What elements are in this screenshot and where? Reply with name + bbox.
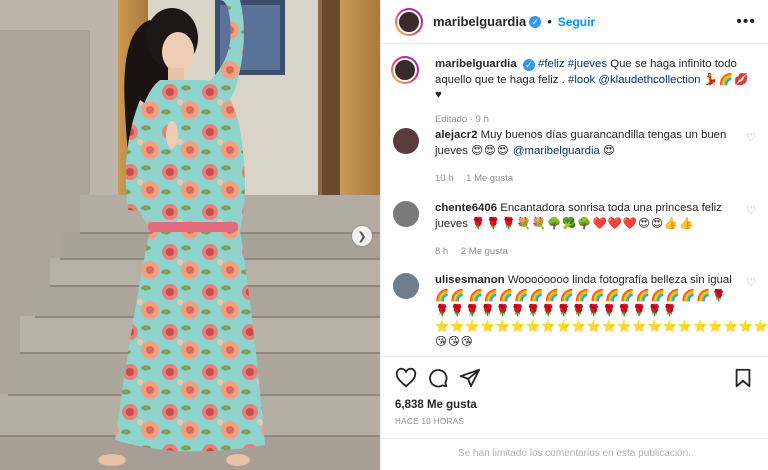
instagram-post-view: ❯ maribelguardia ✓ • Seguir ••• maribelg… (0, 0, 768, 470)
next-photo-button[interactable]: ❯ (352, 226, 372, 246)
comment-username[interactable]: alejacr2 (435, 129, 477, 141)
post-photo[interactable]: ❯ (0, 0, 380, 470)
caption-mention[interactable]: @klaudethcollection (598, 74, 700, 86)
bookmark-icon[interactable] (732, 367, 754, 389)
commenter-avatar[interactable] (393, 201, 419, 227)
comment-meta: 10 h 1 Me gusta (435, 171, 736, 187)
post-header: maribelguardia ✓ • Seguir ••• (381, 0, 768, 44)
verified-badge-icon: ✓ (522, 59, 535, 71)
comment-likes[interactable]: 2 Me gusta (461, 246, 508, 257)
author-avatar[interactable] (395, 7, 423, 36)
comment-username[interactable]: chente6406 (435, 202, 497, 214)
comment-emojis: 🌈🌈 (435, 289, 466, 302)
comment-username[interactable]: ulisesmanon (435, 274, 505, 286)
caption-edited: Editado · 9 h (435, 113, 489, 125)
comment-time: 10 h (435, 173, 454, 184)
author-username[interactable]: maribelguardia (433, 14, 526, 29)
caption-hashtags[interactable]: #feliz #jueves (538, 58, 607, 70)
post-actions: 6,838 Me gusta HACE 10 HORAS (381, 356, 768, 426)
follow-button[interactable]: Seguir (558, 15, 595, 29)
comment-emojis-end: 😍 (603, 144, 616, 157)
likes-count[interactable]: 6,838 Me gusta (395, 399, 754, 411)
commenter-avatar[interactable] (393, 273, 419, 299)
author-avatar[interactable] (391, 56, 419, 84)
heart-outline-icon[interactable] (395, 367, 417, 389)
comment-mention[interactable]: @maribelguardia (513, 145, 600, 157)
comment-icon[interactable] (427, 367, 449, 389)
commenter-avatar[interactable] (393, 128, 419, 154)
comments-limited-notice: Se han limitado los comentarios en esta … (381, 438, 768, 470)
woman-in-floral-dress-photo (0, 0, 380, 470)
verified-badge-icon: ✓ (529, 15, 542, 28)
comment-meta: 8 h 2 Me gusta (435, 244, 736, 260)
paper-plane-icon[interactable] (459, 367, 481, 389)
comment-time: 8 h (435, 246, 449, 257)
comment-text: Woooooooo linda fotografía belleza sin i… (507, 274, 732, 286)
comment-emojis: 🌹🌹🌹💐💐🌳🥦🌳❤️❤️❤️😍😍👍👍 (471, 217, 695, 230)
comments-list: maribelguardia ✓ #feliz #jueves Que se h… (381, 45, 768, 356)
comment-emojis-stars-hearts: ⭐⭐⭐⭐⭐⭐⭐⭐⭐⭐⭐⭐⭐⭐⭐⭐⭐⭐⭐⭐⭐⭐⭐♥♥♥♥♥♥♥♥♥♥♥♥♥♥♥♥♥… (435, 320, 768, 349)
comment-like-heart-icon[interactable]: ♡ (746, 131, 756, 144)
comment-emojis: 😍😍😍 (471, 144, 510, 157)
caption-username[interactable]: maribelguardia (435, 58, 517, 70)
caption-hashtag-look[interactable]: #look (568, 74, 595, 86)
more-horizontal-icon[interactable]: ••• (736, 13, 756, 31)
comment-likes[interactable]: 1 Me gusta (466, 173, 513, 184)
post-side-panel: maribelguardia ✓ • Seguir ••• maribelgua… (380, 0, 768, 470)
comment-emojis-rainbows-roses: 🌈🌈🌈🌈🌈🌈🌈🌈🌈🌈🌈🌈🌈🌈🌈🌈🌹🌹🌹🌹🌹🌹🌹🌹🌹🌹🌹🌹🌹🌹🌹🌹🌹 (435, 289, 727, 318)
chevron-right-icon: ❯ (357, 230, 367, 243)
separator-dot: • (547, 14, 552, 29)
post-timestamp: HACE 10 HORAS (395, 417, 465, 426)
comment-like-heart-icon[interactable]: ♡ (746, 204, 756, 217)
comment-like-heart-icon[interactable]: ♡ (746, 276, 756, 289)
